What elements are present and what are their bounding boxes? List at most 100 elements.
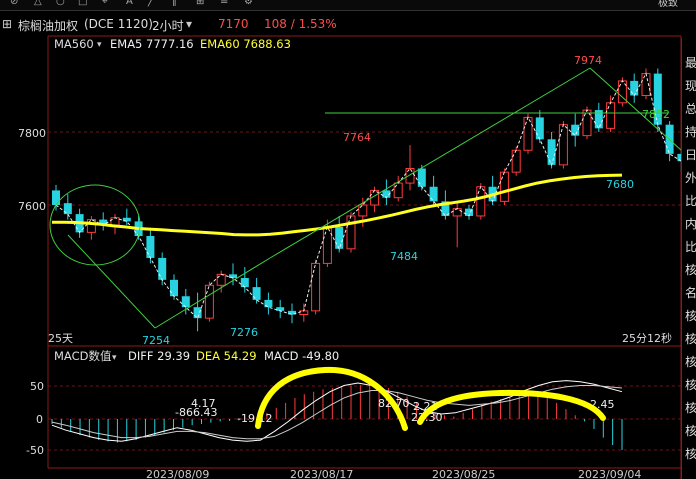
candle bbox=[52, 184, 60, 211]
candle-body bbox=[405, 168, 415, 184]
date-label-1: 2023/08/09 bbox=[146, 468, 209, 479]
candle-body bbox=[216, 273, 226, 286]
countdown-label: 25分12秒 bbox=[622, 331, 672, 345]
candle-body bbox=[322, 226, 332, 264]
candle bbox=[630, 73, 639, 103]
candle-body bbox=[606, 102, 616, 129]
candle bbox=[476, 183, 486, 220]
candle-body bbox=[499, 171, 509, 202]
macd-value: MACD -49.80 bbox=[264, 349, 339, 363]
candle-body bbox=[146, 236, 155, 258]
macd-axis-50: 50 bbox=[30, 380, 44, 393]
candle bbox=[204, 281, 214, 322]
candle-body bbox=[86, 219, 96, 233]
trading-window: ⊘ △ ○ □ ⌖ A ╱ ∥ ⊞ ≡ ⚙ 极致 ⊞ 棕榈油加权 (DCE 11… bbox=[0, 0, 696, 479]
info-panel-label: 内 bbox=[685, 217, 696, 231]
macd-annot-2: -866.43 bbox=[175, 406, 217, 419]
candle bbox=[252, 278, 261, 304]
candle-body bbox=[170, 279, 178, 297]
candle bbox=[523, 113, 533, 154]
macd-title[interactable]: MACD数值 bbox=[54, 349, 112, 363]
candle bbox=[299, 303, 309, 322]
candle bbox=[653, 68, 662, 132]
candle-body bbox=[429, 186, 438, 202]
candle bbox=[193, 292, 202, 332]
candle-body bbox=[193, 307, 202, 319]
info-panel-label: 总 bbox=[685, 102, 696, 116]
candle bbox=[547, 132, 556, 169]
info-panel-label: 现 bbox=[685, 79, 696, 93]
candle bbox=[429, 175, 438, 205]
macd-annot-3: -19.12 bbox=[237, 412, 272, 425]
candle bbox=[535, 110, 544, 143]
candle-body bbox=[264, 299, 273, 308]
candle-body bbox=[240, 278, 249, 288]
candle bbox=[465, 205, 473, 220]
candle-body bbox=[511, 149, 521, 173]
macd-axis-neg50: -50 bbox=[26, 444, 44, 457]
info-panel-label: 日 bbox=[685, 148, 696, 162]
info-panel-label: 核 bbox=[685, 332, 696, 346]
candle-body bbox=[229, 274, 237, 278]
candle bbox=[382, 179, 391, 205]
price-axis-7600: 7600 bbox=[18, 200, 46, 213]
candle-body bbox=[276, 307, 285, 311]
candle-body bbox=[158, 257, 167, 280]
label-7254: 7254 bbox=[142, 334, 170, 347]
macd-diff: DIFF 29.39 bbox=[128, 349, 190, 363]
candle bbox=[571, 113, 580, 147]
info-panel-label: 比 bbox=[685, 194, 696, 208]
candle bbox=[99, 212, 108, 231]
candle-body bbox=[476, 186, 486, 217]
date-label-2: 2023/08/17 bbox=[290, 468, 353, 479]
candle-body bbox=[571, 124, 580, 136]
label-7484: 7484 bbox=[390, 250, 418, 263]
candle-body bbox=[252, 287, 261, 300]
candle bbox=[582, 106, 592, 140]
candle bbox=[240, 267, 249, 293]
candle bbox=[405, 145, 415, 191]
candle bbox=[264, 292, 273, 315]
date-label-4: 2023/09/04 bbox=[578, 468, 641, 479]
label-7680: 7680 bbox=[606, 178, 634, 191]
candle-body bbox=[523, 116, 533, 151]
candle bbox=[110, 214, 120, 235]
candle-body bbox=[204, 284, 214, 319]
macd-dea: DEA 54.29 bbox=[196, 349, 257, 363]
candle bbox=[393, 175, 403, 202]
candle-body bbox=[393, 182, 403, 199]
info-panel-label: 核 bbox=[685, 355, 696, 369]
candle-body bbox=[452, 208, 462, 217]
info-panel-label: 核 bbox=[685, 309, 696, 323]
price-chart[interactable]: 7800 7600 50 0 -50 7974 7852 7764 7680 7… bbox=[0, 0, 696, 479]
label-7852: 7852 bbox=[642, 108, 670, 121]
chevron-down-icon[interactable]: ▾ bbox=[112, 353, 117, 363]
candle-body bbox=[335, 226, 344, 249]
candle-body bbox=[110, 217, 120, 226]
candle bbox=[276, 299, 285, 319]
candle-body bbox=[417, 168, 426, 187]
info-panel-label: 核 bbox=[685, 378, 696, 392]
macd-axis-0: 0 bbox=[36, 413, 43, 426]
right-info-panel: 最现总持日外比内比核名核核核核核核核 bbox=[681, 38, 696, 479]
candle-body bbox=[311, 262, 321, 312]
info-panel-label: 持 bbox=[685, 125, 696, 139]
candle-body bbox=[547, 139, 556, 165]
candle-body bbox=[346, 215, 356, 250]
trend-drawings bbox=[49, 67, 682, 329]
chart-frame bbox=[47, 35, 682, 479]
period-count-label: 25天 bbox=[48, 332, 73, 345]
diff-line bbox=[51, 380, 623, 442]
candle-body bbox=[52, 190, 60, 205]
candle bbox=[63, 194, 72, 220]
label-7276: 7276 bbox=[230, 326, 258, 339]
candle bbox=[311, 259, 321, 315]
candle-body bbox=[535, 117, 544, 140]
date-label-3: 2023/08/25 bbox=[432, 468, 495, 479]
candle-body bbox=[630, 80, 639, 96]
info-panel-label: 名 bbox=[685, 286, 696, 300]
candle bbox=[346, 212, 356, 253]
candles bbox=[52, 68, 696, 332]
info-panel-label: 核 bbox=[685, 447, 696, 461]
candle bbox=[606, 95, 616, 132]
